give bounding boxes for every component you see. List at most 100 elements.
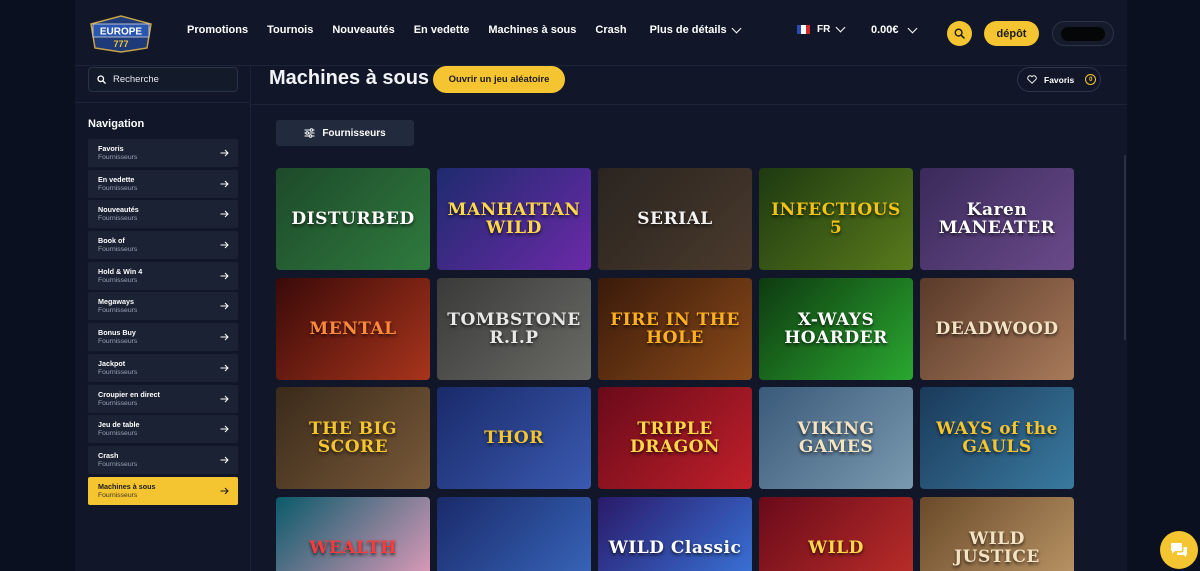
chevron-down-icon <box>835 22 846 33</box>
sidebar-item[interactable]: Bonus Buy Fournisseurs <box>88 323 238 352</box>
sidebar-item[interactable]: En vedette Fournisseurs <box>88 169 238 198</box>
deposit-button[interactable]: dépôt <box>984 21 1039 46</box>
language-label: FR <box>817 24 831 35</box>
sidebar-item[interactable]: Jackpot Fournisseurs <box>88 353 238 382</box>
sidebar-item[interactable]: Croupier en direct Fournisseurs <box>88 384 238 413</box>
chat-bubbles-icon <box>1171 543 1187 557</box>
page-frame: EUROPE 777 Promotions Tournois Nouveauté… <box>75 0 1127 571</box>
game-tile[interactable]: WILD JUSTICE <box>920 496 1074 571</box>
language-selector[interactable]: FR <box>797 22 846 35</box>
game-tile[interactable]: MANHATTAN WILD <box>437 168 591 270</box>
search-icon <box>97 75 106 84</box>
sidebar-item[interactable]: Machines à sous Fournisseurs <box>88 476 238 505</box>
game-title: DISTURBED <box>291 209 415 229</box>
game-tile[interactable]: SERIAL <box>598 168 752 270</box>
sidebar-item[interactable]: Jeu de table Fournisseurs <box>88 415 238 444</box>
sidebar-item-subtitle: Fournisseurs <box>98 368 138 376</box>
scrollbar[interactable] <box>1124 155 1126 340</box>
game-title: FIRE IN THE HOLE <box>610 309 740 348</box>
sidebar-item-subtitle: Fournisseurs <box>98 246 138 254</box>
providers-filter-button[interactable]: Fournisseurs <box>276 120 414 146</box>
sidebar-item-title: Croupier en direct <box>98 389 160 399</box>
sidebar-search-input[interactable]: Recherche <box>88 67 238 92</box>
redacted-username <box>1061 27 1105 41</box>
nav-promotions[interactable]: Promotions <box>187 24 248 36</box>
nav-en-vedette[interactable]: En vedette <box>414 24 470 36</box>
search-icon <box>954 28 965 39</box>
game-tile[interactable]: WEALTH <box>276 496 430 571</box>
game-title: INFECTIOUS 5 <box>771 200 901 238</box>
game-tile[interactable]: VIKING GAMES <box>759 387 913 489</box>
nav-more-dropdown[interactable]: Plus de détails <box>650 23 742 36</box>
game-title: THOR <box>484 428 544 448</box>
sidebar-item-subtitle: Fournisseurs <box>98 307 138 315</box>
sidebar-item-title: Jeu de table <box>98 420 140 430</box>
arrow-right-icon <box>220 180 229 188</box>
favorites-button[interactable]: Favoris 0 <box>1017 67 1101 92</box>
game-title: Karen MANEATER <box>938 200 1056 238</box>
live-chat-button[interactable] <box>1160 531 1198 569</box>
game-tile[interactable]: Karen MANEATER <box>920 168 1074 270</box>
game-title: THE BIG SCORE <box>309 419 397 457</box>
nav-machines-a-sous[interactable]: Machines à sous <box>488 24 576 36</box>
nav-nouveautes[interactable]: Nouveautés <box>332 24 394 36</box>
logo-icon: EUROPE 777 <box>90 15 152 53</box>
sidebar: Recherche Navigation Favoris Fournisseurs… <box>75 66 251 571</box>
game-tile[interactable]: WILD Classic <box>598 496 752 571</box>
game-title: WILD JUSTICE <box>954 528 1040 567</box>
sidebar-item-subtitle: Fournisseurs <box>98 276 138 284</box>
main-nav: Promotions Tournois Nouveautés En vedett… <box>187 23 759 36</box>
chevron-down-icon <box>907 23 917 33</box>
filter-sliders-icon <box>304 128 315 138</box>
svg-text:777: 777 <box>113 39 128 49</box>
game-tile[interactable]: THE BIG SCORE <box>276 387 430 489</box>
main-divider <box>251 104 1127 105</box>
game-tile[interactable] <box>437 496 591 571</box>
nav-crash[interactable]: Crash <box>595 24 626 36</box>
arrow-right-icon <box>220 303 229 310</box>
game-title: SERIAL <box>637 209 713 229</box>
game-tile[interactable]: FIRE IN THE HOLE <box>598 277 752 380</box>
game-tile[interactable]: DISTURBED <box>276 168 430 270</box>
nav-tournois[interactable]: Tournois <box>267 24 313 36</box>
sidebar-item-subtitle: Fournisseurs <box>98 338 138 346</box>
sidebar-item[interactable]: Book of Fournisseurs <box>88 231 238 260</box>
sidebar-item[interactable]: Favoris Fournisseurs <box>88 139 238 167</box>
user-account-button[interactable] <box>1052 21 1114 46</box>
chevron-down-icon <box>731 23 742 33</box>
arrow-right-icon <box>220 425 229 433</box>
app: EUROPE 777 Promotions Tournois Nouveauté… <box>0 0 1200 571</box>
brand-logo[interactable]: EUROPE 777 <box>87 14 155 54</box>
game-tile[interactable]: WILD <box>759 496 913 571</box>
sidebar-item-title: Bonus Buy <box>98 328 136 338</box>
random-game-button[interactable]: Ouvrir un jeu aléatoire <box>433 66 565 93</box>
top-header: EUROPE 777 Promotions Tournois Nouveauté… <box>75 0 1127 66</box>
sidebar-item[interactable]: Crash Fournisseurs <box>88 445 238 474</box>
game-title: WEALTH <box>309 537 397 558</box>
arrow-right-icon <box>220 241 229 249</box>
sidebar-item[interactable]: Hold & Win 4 Fournisseurs <box>88 261 238 290</box>
heart-icon <box>1027 75 1037 84</box>
sidebar-item[interactable]: Megaways Fournisseurs <box>88 292 238 321</box>
game-tile[interactable]: WAYS of the GAULS <box>920 387 1074 489</box>
game-tile[interactable]: INFECTIOUS 5 <box>759 168 913 270</box>
sidebar-item-title: En vedette <box>98 174 135 184</box>
game-tile[interactable]: DEADWOOD <box>920 277 1074 380</box>
sidebar-item-subtitle: Fournisseurs <box>98 430 138 438</box>
game-title: X-WAYS HOARDER <box>784 309 888 348</box>
sidebar-item-title: Book of <box>98 236 125 246</box>
sidebar-item-subtitle: Fournisseurs <box>98 184 138 192</box>
game-tile[interactable]: X-WAYS HOARDER <box>759 277 913 380</box>
arrow-right-icon <box>220 456 229 464</box>
arrow-right-icon <box>220 333 229 341</box>
arrow-right-icon <box>220 149 229 157</box>
search-button[interactable] <box>947 21 972 46</box>
game-tile[interactable]: TOMBSTONE R.I.P <box>437 277 591 380</box>
game-tile[interactable]: THOR <box>437 387 591 489</box>
game-tile[interactable]: MENTAL <box>276 277 430 380</box>
arrow-right-icon <box>220 364 229 372</box>
game-tile[interactable]: TRIPLE DRAGON <box>598 387 752 489</box>
balance-selector[interactable]: 0.00€ <box>871 23 917 36</box>
sidebar-item[interactable]: Nouveautés Fournisseurs <box>88 200 238 229</box>
game-title: VIKING GAMES <box>797 419 875 457</box>
